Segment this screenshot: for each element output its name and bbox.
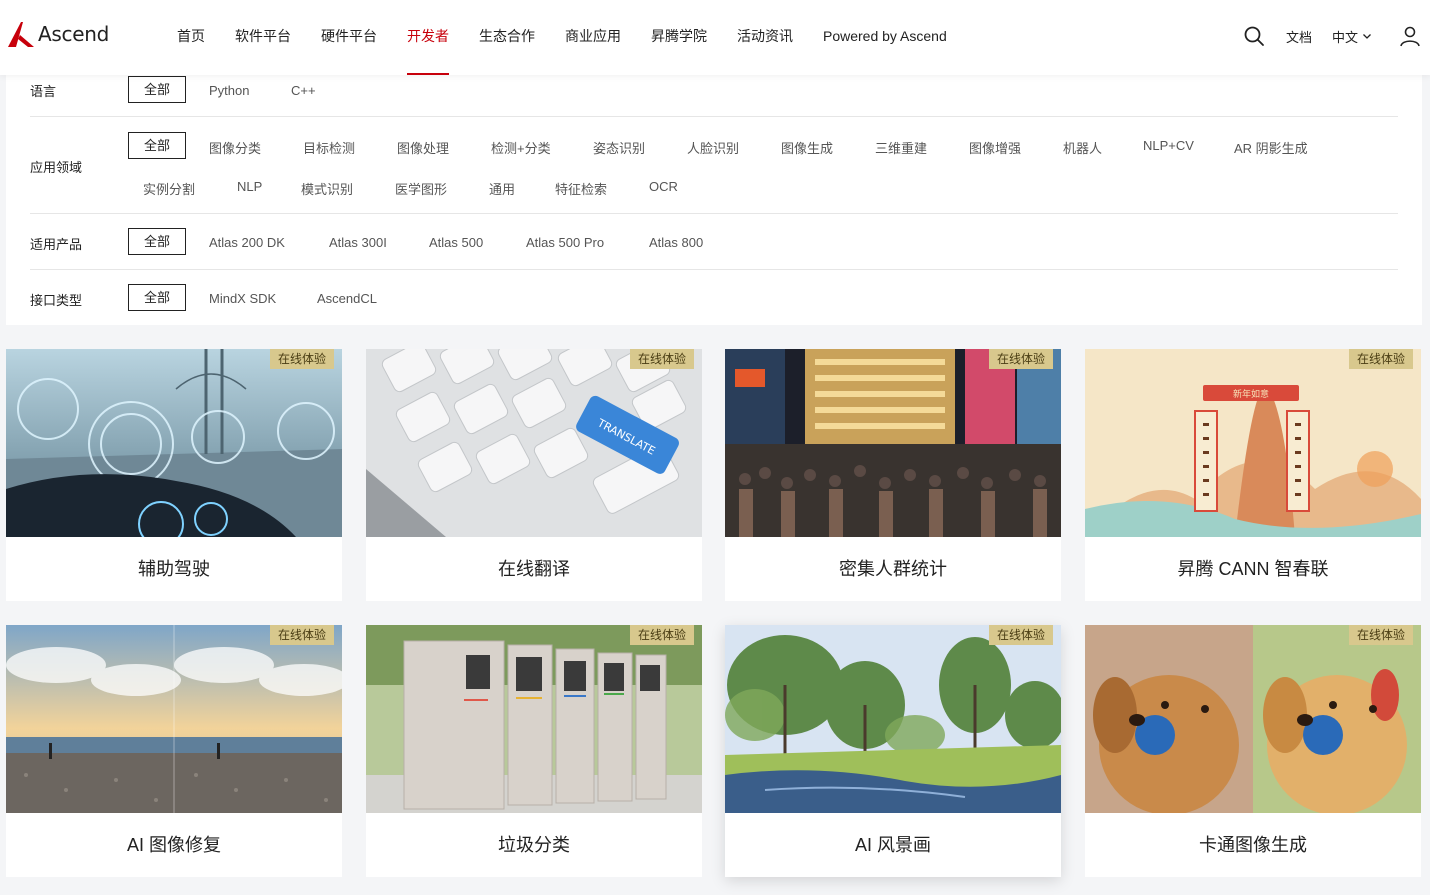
filter-option-ascendcl[interactable]: AscendCL bbox=[317, 291, 377, 306]
demo-card-ai-image-restoration[interactable]: 在线体验 AI 图像修复 bbox=[6, 625, 342, 877]
nav-item-business[interactable]: 商业应用 bbox=[550, 0, 636, 75]
filter-option-3d-reconstruction[interactable]: 三维重建 bbox=[875, 138, 927, 157]
filter-option-atlas-500[interactable]: Atlas 500 bbox=[429, 235, 483, 250]
card-thumbnail bbox=[1085, 625, 1421, 813]
filter-option-image-processing[interactable]: 图像处理 bbox=[397, 138, 449, 157]
filter-option-all[interactable]: 全部 bbox=[128, 228, 186, 255]
docs-link[interactable]: 文档 bbox=[1286, 27, 1312, 46]
card-title: 昇腾 CANN 智春联 bbox=[1177, 559, 1329, 579]
demo-card-ai-landscape-painting[interactable]: 在线体验 AI 风景画 bbox=[725, 625, 1061, 877]
filter-option-pattern-recognition[interactable]: 模式识别 bbox=[301, 179, 353, 198]
card-title: 辅助驾驶 bbox=[138, 559, 210, 579]
online-demo-badge: 在线体验 bbox=[988, 349, 1053, 369]
card-thumbnail bbox=[6, 625, 342, 813]
online-demo-badge: 在线体验 bbox=[269, 625, 334, 645]
filter-option-python[interactable]: Python bbox=[209, 83, 249, 98]
online-demo-badge: 在线体验 bbox=[269, 349, 334, 369]
filter-label-interface: 接口类型 bbox=[30, 293, 83, 308]
filter-option-all[interactable]: 全部 bbox=[128, 284, 186, 311]
filter-option-all[interactable]: 全部 bbox=[128, 132, 186, 159]
online-demo-badge: 在线体验 bbox=[629, 625, 694, 645]
filter-row-domain: 应用领域 全部 图像分类 目标检测 图像处理 检测+分类 姿态识别 人脸识别 图… bbox=[30, 117, 1398, 213]
chevron-down-icon bbox=[1363, 34, 1371, 39]
nav-item-powered-by[interactable]: Powered by Ascend bbox=[808, 0, 962, 75]
filter-option-atlas-500-pro[interactable]: Atlas 500 Pro bbox=[526, 235, 604, 250]
search-icon[interactable] bbox=[1242, 24, 1266, 48]
filter-option-detection-classification[interactable]: 检测+分类 bbox=[491, 138, 551, 157]
filter-option-atlas-800[interactable]: Atlas 800 bbox=[649, 235, 703, 250]
filter-option-image-classification[interactable]: 图像分类 bbox=[209, 138, 261, 157]
couplet-banner-text: 新年如意 bbox=[1233, 388, 1269, 400]
nav-item-developer[interactable]: 开发者 bbox=[392, 0, 464, 75]
filter-row-product: 适用产品 全部 Atlas 200 DK Atlas 300I Atlas 50… bbox=[30, 214, 1398, 269]
nav-item-hardware[interactable]: 硬件平台 bbox=[306, 0, 392, 75]
filter-option-nlp[interactable]: NLP bbox=[237, 179, 262, 194]
filter-option-image-generation[interactable]: 图像生成 bbox=[781, 138, 833, 157]
language-label: 中文 bbox=[1331, 29, 1358, 45]
filter-option-general[interactable]: 通用 bbox=[489, 179, 515, 198]
filter-option-pose-recognition[interactable]: 姿态识别 bbox=[593, 138, 645, 157]
online-demo-badge: 在线体验 bbox=[988, 625, 1053, 645]
online-demo-badge: 在线体验 bbox=[1348, 349, 1413, 369]
filter-option-mindx-sdk[interactable]: MindX SDK bbox=[209, 291, 276, 306]
ascend-logo[interactable]: Ascend bbox=[6, 19, 109, 49]
language-selector[interactable]: 中文 bbox=[1332, 27, 1372, 46]
header-actions: 文档 中文 bbox=[1242, 0, 1430, 72]
ascend-logo-icon bbox=[8, 22, 34, 47]
demo-card-cann-couplet[interactable]: 新年如意 在线体验 昇腾 CANN 智春联 bbox=[1085, 349, 1421, 601]
filter-option-nlp-cv[interactable]: NLP+CV bbox=[1143, 138, 1194, 153]
filter-option-ocr[interactable]: OCR bbox=[649, 179, 678, 194]
filter-option-robot[interactable]: 机器人 bbox=[1063, 138, 1102, 157]
filter-label-language: 语言 bbox=[30, 84, 57, 99]
card-thumbnail bbox=[366, 625, 702, 813]
card-thumbnail bbox=[6, 349, 342, 537]
filter-option-ar-shadow[interactable]: AR 阴影生成 bbox=[1234, 138, 1308, 157]
filter-option-instance-segmentation[interactable]: 实例分割 bbox=[143, 179, 195, 198]
filter-row-language: 语言 全部 Python C++ bbox=[30, 75, 1398, 117]
filter-row-interface: 接口类型 全部 MindX SDK AscendCL bbox=[30, 270, 1398, 325]
nav-item-software[interactable]: 软件平台 bbox=[220, 0, 306, 75]
site-header: Ascend 首页 软件平台 硬件平台 开发者 生态合作 商业应用 昇腾学院 活… bbox=[0, 0, 1430, 75]
demo-card-online-translation[interactable]: TRANSLATE 在线体验 在线翻译 bbox=[366, 349, 702, 601]
card-title: 垃圾分类 bbox=[498, 835, 570, 855]
filter-label-domain: 应用领域 bbox=[30, 160, 83, 175]
filter-option-atlas-300i[interactable]: Atlas 300I bbox=[329, 235, 387, 250]
card-title: 卡通图像生成 bbox=[1199, 835, 1307, 855]
user-icon[interactable] bbox=[1398, 24, 1422, 48]
filter-label-product: 适用产品 bbox=[30, 237, 83, 252]
card-thumbnail: TRANSLATE bbox=[366, 349, 702, 537]
filter-option-face-recognition[interactable]: 人脸识别 bbox=[687, 138, 739, 157]
demo-card-assisted-driving[interactable]: 在线体验 辅助驾驶 bbox=[6, 349, 342, 601]
card-thumbnail bbox=[725, 625, 1061, 813]
filter-option-image-enhancement[interactable]: 图像增强 bbox=[969, 138, 1021, 157]
filter-option-object-detection[interactable]: 目标检测 bbox=[303, 138, 355, 157]
demo-card-garbage-classification[interactable]: 在线体验 垃圾分类 bbox=[366, 625, 702, 877]
logo-text: Ascend bbox=[38, 22, 109, 46]
card-title: AI 图像修复 bbox=[126, 835, 221, 855]
filter-option-feature-retrieval[interactable]: 特征检索 bbox=[555, 179, 607, 198]
online-demo-badge: 在线体验 bbox=[629, 349, 694, 369]
filter-option-medical-imaging[interactable]: 医学图形 bbox=[395, 179, 447, 198]
demo-card-cartoon-image-generation[interactable]: 在线体验 卡通图像生成 bbox=[1085, 625, 1421, 877]
nav-item-ecosystem[interactable]: 生态合作 bbox=[464, 0, 550, 75]
nav-item-academy[interactable]: 昇腾学院 bbox=[636, 0, 722, 75]
card-title: 密集人群统计 bbox=[839, 559, 947, 579]
card-thumbnail: 新年如意 bbox=[1085, 349, 1421, 537]
nav-item-events[interactable]: 活动资讯 bbox=[722, 0, 808, 75]
card-title: AI 风景画 bbox=[854, 835, 931, 855]
online-demo-badge: 在线体验 bbox=[1348, 625, 1413, 645]
card-thumbnail bbox=[725, 349, 1061, 537]
filter-option-cpp[interactable]: C++ bbox=[291, 83, 316, 98]
card-title: 在线翻译 bbox=[498, 559, 570, 579]
main-nav: 首页 软件平台 硬件平台 开发者 生态合作 商业应用 昇腾学院 活动资讯 Pow… bbox=[162, 0, 962, 75]
filter-option-all[interactable]: 全部 bbox=[128, 76, 186, 103]
filter-option-atlas-200-dk[interactable]: Atlas 200 DK bbox=[209, 235, 285, 250]
filter-panel: 语言 全部 Python C++ 应用领域 全部 图像分类 目标检测 图像处理 … bbox=[6, 75, 1422, 325]
demo-card-crowd-counting[interactable]: 在线体验 密集人群统计 bbox=[725, 349, 1061, 601]
nav-item-home[interactable]: 首页 bbox=[162, 0, 220, 75]
